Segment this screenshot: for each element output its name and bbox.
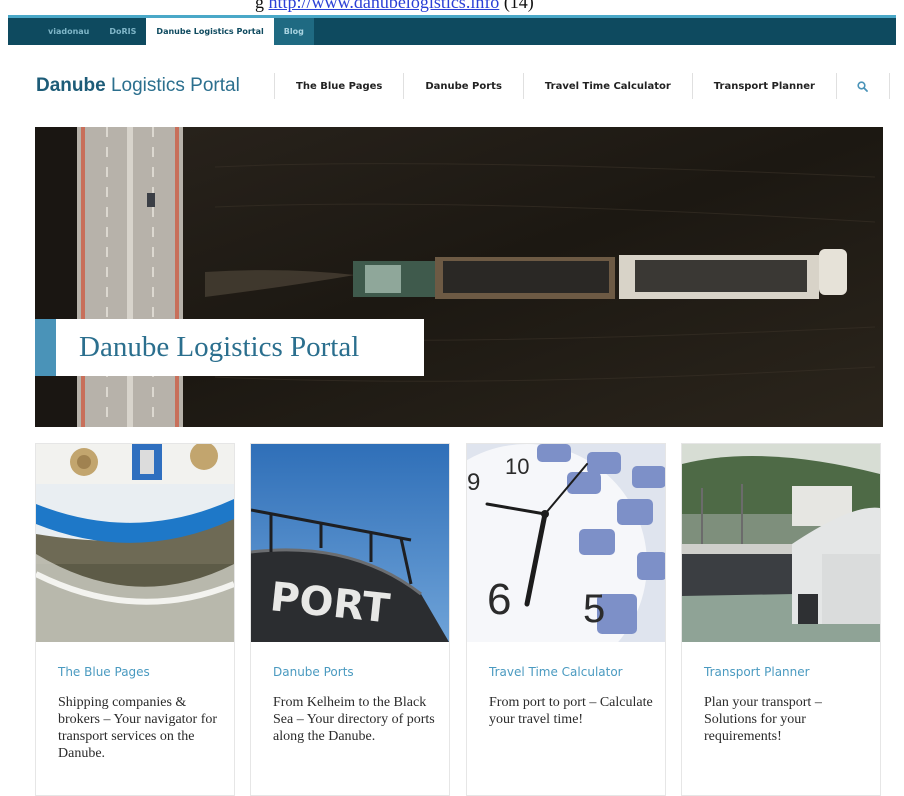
card-title[interactable]: Danube Ports	[273, 665, 354, 679]
caption-strip: g http://www.danubelogistics.info (14)	[0, 0, 904, 15]
hero-banner: Danube Logistics Portal	[35, 127, 883, 427]
tab-doris[interactable]: DoRIS	[99, 18, 146, 45]
card-description: Plan your transport – Solutions for your…	[704, 695, 822, 744]
svg-text:9: 9	[467, 469, 480, 496]
site-header: Danube Logistics Portal The Blue Pages D…	[8, 45, 896, 125]
svg-text:6: 6	[487, 575, 511, 624]
card-title[interactable]: Transport Planner	[704, 665, 810, 679]
main-nav: The Blue Pages Danube Ports Travel Time …	[274, 72, 890, 100]
top-tabs: viadonau DoRIS Danube Logistics Portal B…	[38, 18, 314, 45]
nav-divider	[888, 73, 890, 99]
nav-item-danube-ports[interactable]: Danube Ports	[404, 81, 523, 92]
hero-title-accent	[35, 319, 56, 376]
search-button[interactable]	[837, 80, 889, 92]
caption-suffix: (14)	[503, 0, 534, 12]
card-description: Shipping companies & brokers – Your navi…	[58, 695, 218, 761]
caption-prefix: g	[255, 0, 264, 12]
nav-item-blue-pages[interactable]: The Blue Pages	[275, 81, 403, 92]
hero-title-box: Danube Logistics Portal	[35, 319, 424, 376]
logo-rest: Logistics Portal	[105, 75, 240, 96]
card-danube-ports[interactable]: PORT Danube Ports From Kelheim to the Bl…	[250, 443, 450, 796]
card-description: From Kelheim to the Black Sea – Your dir…	[273, 695, 435, 744]
card-image-ship-bow	[36, 444, 234, 642]
tab-viadonau[interactable]: viadonau	[38, 18, 99, 45]
svg-text:10: 10	[505, 454, 529, 479]
site-logo[interactable]: Danube Logistics Portal	[36, 75, 240, 97]
card-title[interactable]: The Blue Pages	[58, 665, 150, 679]
hero-title: Danube Logistics Portal	[79, 331, 360, 363]
search-icon	[857, 80, 869, 92]
logo-bold: Danube	[36, 75, 106, 96]
card-image-cargo-ship	[682, 444, 880, 642]
card-transport-planner[interactable]: Transport Planner Plan your transport – …	[681, 443, 881, 796]
card-image-port-ship: PORT	[251, 444, 449, 642]
nav-item-travel-time-calculator[interactable]: Travel Time Calculator	[524, 81, 692, 92]
tab-blog[interactable]: Blog	[273, 18, 314, 45]
caption-text: g http://www.danubelogistics.info (14)	[255, 0, 534, 13]
caption-link[interactable]: http://www.danubelogistics.info	[269, 0, 500, 12]
card-image-clock-calculator: 10 9 6 5	[467, 444, 665, 642]
tab-danube-logistics-portal[interactable]: Danube Logistics Portal	[146, 18, 274, 45]
card-blue-pages[interactable]: The Blue Pages Shipping companies & brok…	[35, 443, 235, 796]
card-travel-time-calculator[interactable]: 10 9 6 5 Travel Time Calculator From por…	[466, 443, 666, 796]
svg-text:5: 5	[583, 587, 605, 631]
card-title[interactable]: Travel Time Calculator	[489, 665, 623, 679]
nav-item-transport-planner[interactable]: Transport Planner	[693, 81, 836, 92]
hero-image	[35, 127, 883, 427]
top-utility-bar: viadonau DoRIS Danube Logistics Portal B…	[8, 15, 896, 45]
card-description: From port to port – Calculate your trave…	[489, 695, 653, 727]
